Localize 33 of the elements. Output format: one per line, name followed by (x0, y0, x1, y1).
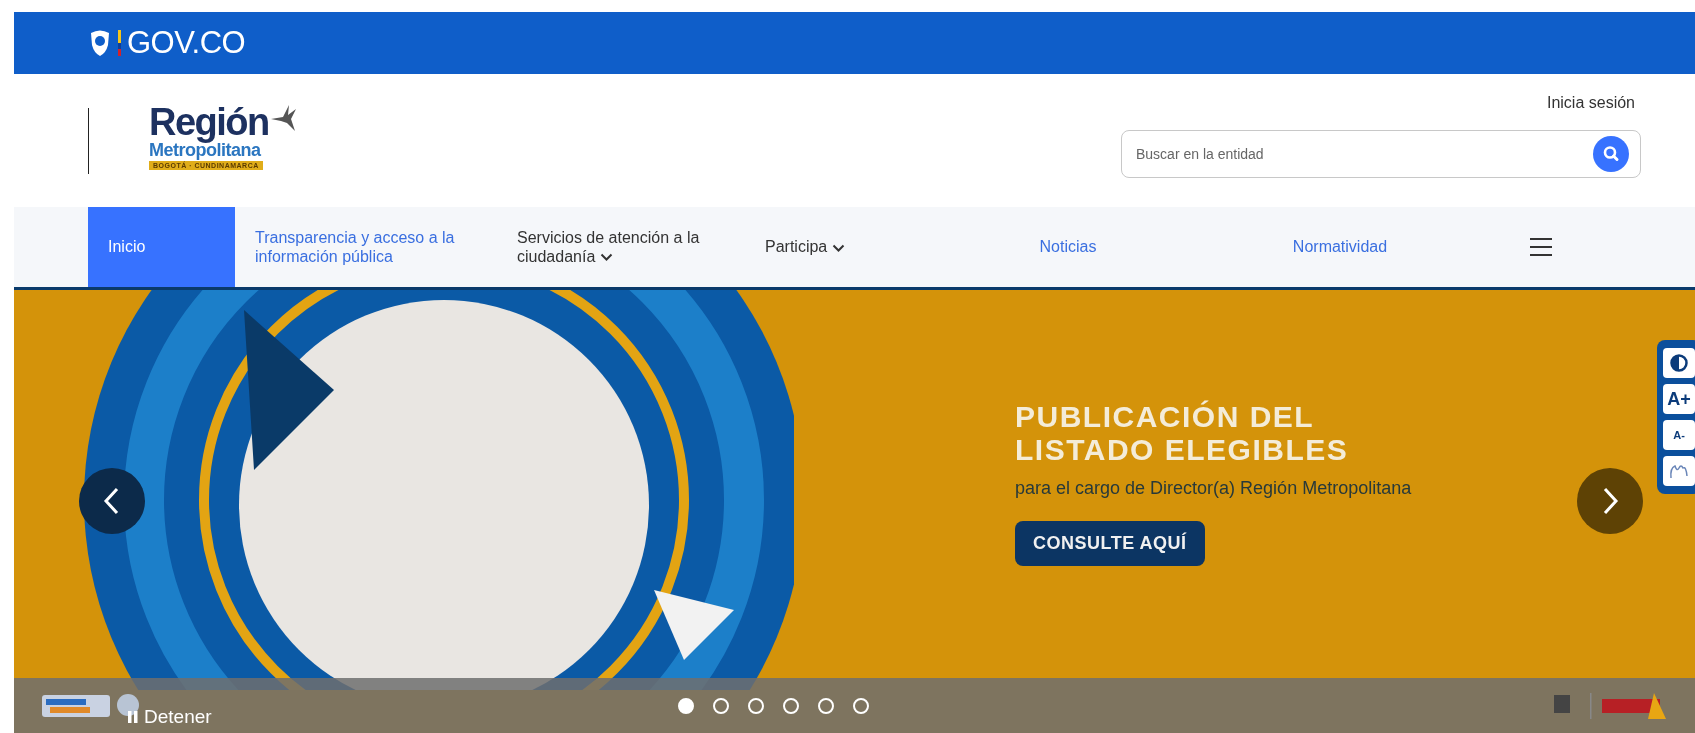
consult-button[interactable]: CONSULTE AQUÍ (1015, 521, 1205, 566)
chevron-down-icon (832, 243, 846, 253)
carousel-dot[interactable] (852, 698, 869, 714)
nav-tab[interactable]: Participa (745, 207, 957, 287)
vertical-rule (88, 107, 89, 174)
carousel-dot[interactable] (677, 698, 694, 714)
pause-icon (128, 711, 138, 723)
decrease-text-button[interactable]: A- (1663, 420, 1695, 450)
pause-button[interactable]: Detener (122, 705, 218, 729)
hands-icon[interactable] (1663, 456, 1695, 486)
logo-title: Región (149, 103, 269, 142)
increase-text-button[interactable]: A+ (1663, 384, 1695, 414)
nav-tab[interactable]: Transparencia y acceso a la información pública (235, 207, 497, 287)
nav-tab[interactable]: Servicios de atención a la ciudadanía (497, 207, 745, 287)
flag-stripe-icon (118, 30, 121, 56)
nav-tab[interactable]: Normatividad (1179, 207, 1501, 287)
banner-subtitle: para el cargo de Director(a) Región Metropolitana (1015, 478, 1412, 499)
login-link[interactable]: Inicia sesión (1546, 94, 1641, 112)
banner-heading: PUBLICACIÓN DEL LISTADO ELEGIBLES (1015, 400, 1350, 466)
search-field[interactable]: Buscar en la entidad (1121, 130, 1641, 178)
gov-brand[interactable]: GOV.CO (127, 25, 246, 61)
carousel-dot[interactable] (782, 698, 799, 714)
nav-tab[interactable]: Noticias (957, 207, 1179, 287)
chevron-down-icon (600, 253, 614, 263)
carousel-dot[interactable] (747, 698, 764, 714)
contrast-icon (1670, 354, 1688, 372)
carousel-dot[interactable] (712, 698, 729, 714)
shield-icon (88, 29, 112, 57)
carousel-dot[interactable] (817, 698, 834, 714)
contrast-button[interactable] (1663, 348, 1695, 378)
nav-tab[interactable]: Inicio (88, 207, 235, 287)
search-icon[interactable] (1593, 136, 1629, 172)
menu-icon[interactable] (1529, 237, 1553, 257)
